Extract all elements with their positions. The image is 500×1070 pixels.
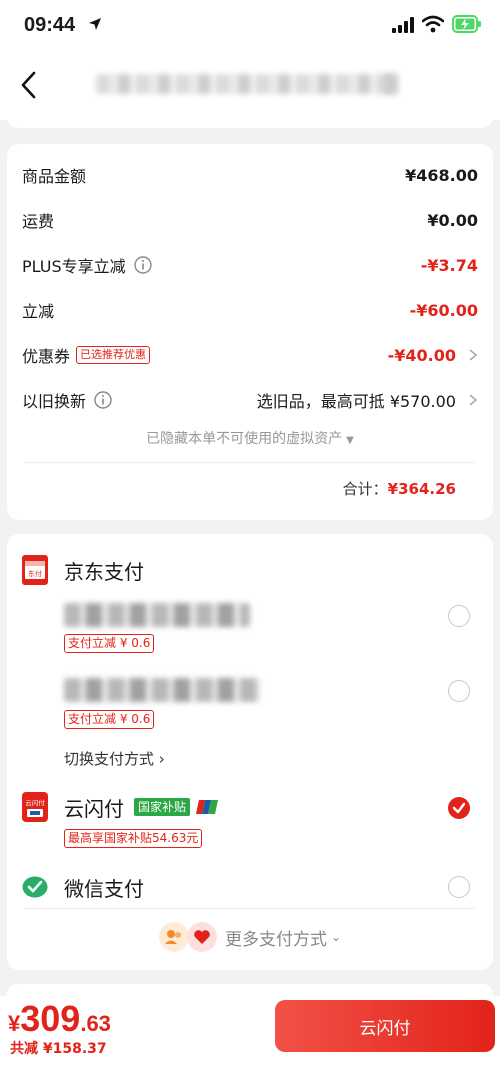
card-1-radio[interactable] — [448, 605, 470, 627]
info-icon[interactable] — [94, 391, 112, 409]
blurred-card-name-2 — [64, 678, 260, 702]
method-unionpay[interactable]: 云闪付 云闪付 国家补贴 — [22, 792, 219, 822]
wechat-radio[interactable] — [448, 876, 470, 898]
subsidy-max-tag: 最高享国家补贴54.63元 — [64, 829, 203, 848]
status-time: 09:44 — [24, 14, 76, 36]
chevron-right-icon — [469, 394, 478, 406]
svg-text:云闪付: 云闪付 — [25, 798, 45, 807]
pay-button[interactable]: 云闪付 — [275, 1000, 495, 1052]
unionpay-radio[interactable] — [448, 797, 470, 819]
unionpay-logo-icon — [196, 800, 219, 814]
address-card-bottom — [7, 106, 493, 128]
hidden-assets-note[interactable]: 已隐藏本单不可使用的虚拟资产 ▼ — [0, 428, 500, 448]
jd-pay-header: 东付 京东支付 — [22, 555, 144, 585]
gov-subsidy-tag: 国家补贴 — [134, 798, 191, 816]
switch-payment-link[interactable]: 切换支付方式 › — [64, 748, 165, 769]
wechat-pay-name: 微信支付 — [64, 876, 144, 901]
payment-divider — [24, 908, 476, 909]
tradein-value: 选旧品，最高可抵 ¥570.00 — [256, 392, 456, 411]
unionpay-name: 云闪付 — [64, 796, 124, 821]
credit-pay-icon — [186, 922, 217, 952]
chevron-down-icon: ▼ — [346, 435, 354, 446]
chevron-right-icon: › — [154, 750, 165, 768]
total-label: 合计： — [342, 480, 388, 498]
more-payment-methods[interactable]: 更多支付方式 ⌄ — [0, 922, 500, 952]
battery-charging-icon — [452, 15, 481, 33]
total-value: ¥364.26 — [387, 480, 456, 498]
wifi-icon — [422, 15, 444, 33]
card-2-radio[interactable] — [448, 680, 470, 702]
coupon-recommend-tag: 已选推荐优惠 — [76, 346, 151, 364]
summary-row-tradein[interactable]: 以旧换新 选旧品，最高可抵 ¥570.00 — [22, 385, 478, 415]
info-icon[interactable] — [133, 256, 152, 274]
blurred-address — [96, 74, 396, 94]
card-1-discount-tag: 支付立减 ¥ 0.6 — [64, 634, 155, 653]
location-arrow-icon — [89, 18, 101, 30]
back-arrow-icon[interactable] — [18, 70, 40, 100]
status-bar: 09:44 — [0, 0, 500, 52]
chevron-down-icon: ⌄ — [330, 930, 342, 944]
blurred-card-name-1 — [64, 603, 250, 627]
price-summary-card — [7, 144, 493, 520]
checkmark-icon — [452, 802, 466, 814]
wechat-pay-icon — [22, 876, 48, 898]
cellular-signal-icon — [392, 17, 414, 33]
jd-pay-icon: 东付 — [22, 555, 48, 585]
summary-row-discount: 立减 -¥60.00 — [22, 300, 478, 322]
pay-price: ¥309.63 — [8, 998, 111, 1039]
total-saving: 共减 ¥158.37 — [10, 1041, 107, 1057]
friend-pay-icon — [158, 922, 189, 952]
jd-pay-title: 京东支付 — [64, 559, 144, 584]
coupon-label: 优惠券 — [22, 347, 71, 366]
blurred-address-tail — [384, 74, 398, 94]
checkout-footer: ¥309.63 共减 ¥158.37 云闪付 — [0, 996, 500, 1070]
card-2-discount-tag: 支付立减 ¥ 0.6 — [64, 710, 155, 729]
unionpay-app-icon: 云闪付 — [22, 792, 48, 822]
summary-row-goods: 商品金额 ¥468.00 — [22, 165, 478, 187]
summary-divider — [24, 462, 476, 463]
svg-text:东付: 东付 — [28, 569, 42, 578]
summary-row-shipping: 运费 ¥0.00 — [22, 210, 478, 232]
method-wechat[interactable]: 微信支付 — [22, 872, 144, 902]
total-row: 合计：¥364.26 — [343, 478, 456, 499]
plus-discount-label: PLUS专享立减 — [22, 257, 126, 276]
summary-row-plus: PLUS专享立减 -¥3.74 — [22, 250, 478, 280]
summary-row-coupon[interactable]: 优惠券 已选推荐优惠 -¥40.00 — [22, 340, 478, 370]
coupon-value: -¥40.00 — [387, 345, 456, 365]
chevron-right-icon — [469, 349, 478, 361]
tradein-label: 以旧换新 — [22, 392, 87, 411]
